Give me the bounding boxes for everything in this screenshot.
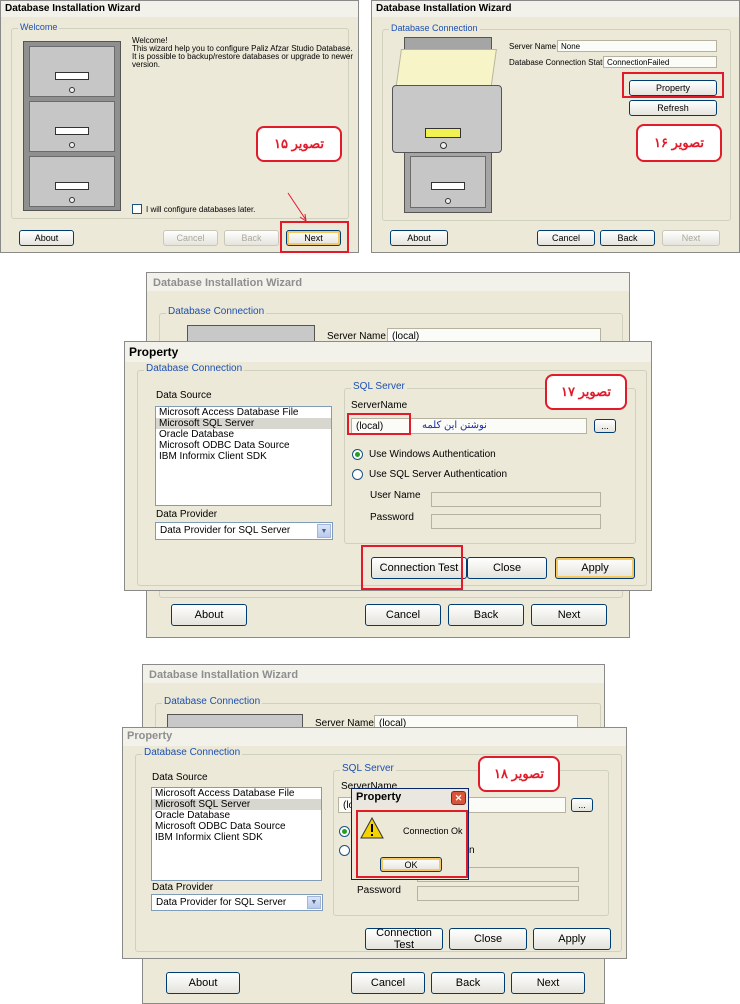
sql-auth-radio[interactable]	[352, 469, 363, 480]
figure-15-callout: تصویر ۱۵	[256, 126, 342, 162]
chevron-down-icon[interactable]: ▼	[307, 896, 321, 909]
configure-later-checkbox[interactable]	[132, 204, 142, 214]
windows-auth-radio[interactable]	[339, 826, 350, 837]
data-source-item[interactable]: Microsoft Access Database File	[156, 407, 331, 418]
cancel-button[interactable]: Cancel	[365, 604, 441, 626]
browse-button[interactable]: ...	[571, 798, 593, 812]
data-source-item-selected[interactable]: Microsoft SQL Server	[152, 799, 321, 810]
windows-auth-radio[interactable]	[352, 449, 363, 460]
sql-group-label: SQL Server	[351, 381, 407, 392]
sql-group-label: SQL Server	[340, 763, 396, 774]
figure-16-callout: تصویر ۱۶	[636, 124, 722, 162]
dialog-title: Property	[123, 728, 626, 746]
data-source-item[interactable]: Microsoft Access Database File	[152, 788, 321, 799]
password-input[interactable]	[431, 514, 601, 529]
server-name-highlight	[347, 413, 411, 435]
back-button[interactable]: Back	[448, 604, 524, 626]
user-name-input[interactable]	[431, 492, 601, 507]
data-provider-value: Data Provider for SQL Server	[160, 525, 291, 536]
data-provider-label: Data Provider	[152, 882, 214, 893]
server-name-label: ServerName	[351, 400, 408, 411]
configure-later-label: I will configure databases later.	[146, 205, 256, 214]
data-provider-select[interactable]: Data Provider for SQL Server ▼	[151, 894, 323, 911]
figure-18-callout: تصویر ۱۸	[478, 756, 560, 792]
data-source-item[interactable]: IBM Informix Client SDK	[156, 451, 331, 462]
apply-button[interactable]: Apply	[533, 928, 611, 950]
back-button[interactable]: Back	[600, 230, 655, 246]
browse-button[interactable]: ...	[594, 419, 616, 433]
annotation-text: نوشتن این کلمه	[422, 420, 487, 431]
about-button[interactable]: About	[19, 230, 74, 246]
figure-17-callout: تصویر ۱۷	[545, 374, 627, 410]
window-title: Database Installation Wizard	[143, 665, 604, 683]
data-source-item[interactable]: Oracle Database	[152, 810, 321, 821]
group-label: Database Connection	[142, 747, 243, 758]
data-source-item[interactable]: Microsoft ODBC Data Source	[152, 821, 321, 832]
dialog-title: Property	[125, 342, 651, 362]
status-label: Database Connection Status	[509, 58, 611, 67]
connection-test-highlight	[361, 545, 463, 590]
next-button[interactable]: Next	[511, 972, 585, 994]
close-button[interactable]: Close	[449, 928, 527, 950]
group-label: Database Connection	[166, 306, 267, 317]
data-provider-select[interactable]: Data Provider for SQL Server ▼	[155, 522, 333, 540]
about-button[interactable]: About	[390, 230, 448, 246]
data-provider-label: Data Provider	[156, 509, 218, 520]
data-source-item[interactable]: Oracle Database	[156, 429, 331, 440]
window-title: Database Installation Wizard	[372, 1, 739, 17]
about-button[interactable]: About	[166, 972, 240, 994]
cancel-button[interactable]: Cancel	[537, 230, 595, 246]
server-name-field: None	[557, 40, 717, 52]
property-highlight	[622, 72, 724, 98]
welcome-line-3: It is possible to backup/restore databas…	[132, 52, 354, 61]
close-button[interactable]: Close	[467, 557, 547, 579]
data-source-item-selected[interactable]: Microsoft SQL Server	[156, 418, 331, 429]
next-button[interactable]: Next	[531, 604, 607, 626]
password-label: Password	[357, 885, 401, 896]
next-button[interactable]: Next	[662, 230, 720, 246]
message-highlight	[356, 810, 468, 878]
next-highlight	[280, 221, 349, 253]
data-source-list[interactable]: Microsoft Access Database File Microsoft…	[155, 406, 332, 506]
open-drawer-image	[392, 85, 502, 153]
chevron-down-icon[interactable]: ▼	[317, 524, 331, 538]
group-label: Database Connection	[144, 363, 245, 374]
cancel-button[interactable]: Cancel	[163, 230, 218, 246]
group-label: Welcome	[18, 22, 60, 32]
back-button[interactable]: Back	[431, 972, 505, 994]
window-title: Database Installation Wizard	[1, 1, 358, 17]
user-name-label: User Name	[370, 490, 421, 501]
status-field: ConnectionFailed	[603, 56, 717, 68]
group-label: Database Connection	[389, 23, 480, 33]
data-source-label: Data Source	[156, 390, 212, 401]
file-cabinet-image	[23, 41, 121, 211]
apply-button[interactable]: Apply	[555, 557, 635, 579]
back-button[interactable]: Back	[224, 230, 279, 246]
data-source-item[interactable]: Microsoft ODBC Data Source	[156, 440, 331, 451]
sql-auth-radio[interactable]	[339, 845, 350, 856]
group-label: Database Connection	[162, 696, 263, 707]
sql-auth-label-partial: n	[469, 845, 475, 856]
data-provider-value: Data Provider for SQL Server	[156, 897, 287, 908]
data-source-item[interactable]: IBM Informix Client SDK	[152, 832, 321, 843]
data-source-label: Data Source	[152, 772, 208, 783]
password-input[interactable]	[417, 886, 579, 901]
server-name-label: Server Name	[509, 42, 557, 51]
sql-auth-label: Use SQL Server Authentication	[369, 469, 508, 480]
refresh-button[interactable]: Refresh	[629, 100, 717, 116]
about-button[interactable]: About	[171, 604, 247, 626]
windows-auth-label: Use Windows Authentication	[369, 449, 496, 460]
window-title: Database Installation Wizard	[147, 273, 629, 291]
close-icon[interactable]: ✕	[451, 791, 466, 805]
cabinet-image-fragment	[167, 714, 303, 728]
cancel-button[interactable]: Cancel	[351, 972, 425, 994]
arrow-annotation	[287, 192, 307, 223]
welcome-line-4: version.	[132, 60, 161, 69]
data-source-list[interactable]: Microsoft Access Database File Microsoft…	[151, 787, 322, 881]
password-label: Password	[370, 512, 414, 523]
connection-test-button[interactable]: Connection Test	[365, 927, 443, 951]
